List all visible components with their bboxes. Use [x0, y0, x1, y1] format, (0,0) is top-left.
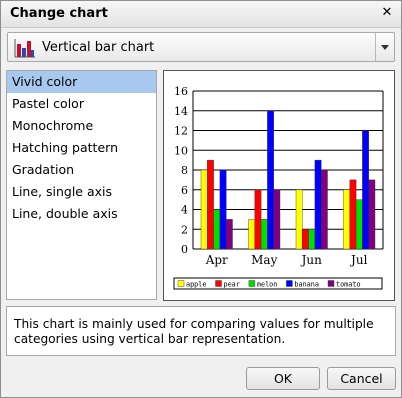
style-item-monochrome[interactable]: Monochrome: [7, 115, 156, 137]
chart-type-label: Vertical bar chart: [42, 40, 155, 55]
bar-tomato-may: [273, 189, 281, 250]
close-icon[interactable]: ✕: [379, 5, 395, 21]
style-item-gradation[interactable]: Gradation: [7, 159, 156, 181]
bar-melon-apr: [213, 209, 221, 250]
ok-button[interactable]: OK: [246, 367, 320, 390]
legend-swatch-tomato: [327, 280, 335, 287]
dialog-title: Change chart: [10, 6, 108, 21]
dropdown-toggle[interactable]: [375, 33, 394, 61]
y-tick-label: 2: [181, 223, 188, 236]
bar-tomato-jul: [368, 179, 376, 250]
x-tick-label: Jul: [349, 253, 368, 267]
y-tick-label: 0: [181, 243, 188, 256]
x-tick-label: May: [251, 253, 277, 267]
legend-swatch-pear: [215, 280, 222, 287]
chart-description: This chart is mainly used for comparing …: [6, 306, 396, 356]
y-tick-label: 14: [174, 105, 188, 118]
title-bar[interactable]: Change chart ✕: [1, 1, 401, 28]
bar-pear-jun: [302, 229, 309, 250]
bar-apple-jul: [343, 189, 351, 250]
legend-swatch-apple: [177, 280, 185, 287]
chart-type-dropdown[interactable]: Vertical bar chart: [7, 32, 395, 62]
bar-banana-jun: [314, 159, 322, 250]
bar-banana-apr: [219, 169, 227, 250]
bar-pear-may: [254, 189, 262, 250]
bar-apple-apr: [200, 169, 208, 250]
y-tick-label: 10: [174, 144, 188, 157]
change-chart-dialog: Change chart ✕ Vertical bar chart Vivid …: [0, 0, 402, 398]
y-tick-label: 6: [181, 184, 188, 197]
bar-pear-apr: [207, 159, 214, 250]
bar-banana-may: [267, 110, 274, 250]
bar-melon-jul: [355, 199, 363, 250]
style-item-line-double-axis[interactable]: Line, double axis: [7, 203, 156, 225]
x-tick-label: Apr: [205, 253, 228, 267]
legend-label-melon: melon: [257, 281, 277, 289]
bar-tomato-jun: [320, 169, 328, 250]
chevron-down-icon: [381, 45, 389, 50]
chart-preview: 0 2 4 6 8 10 12 14 16 Apr May Jun Jul apple pear melon b…: [163, 70, 395, 301]
legend-swatch-banana: [286, 280, 293, 287]
y-tick-label: 8: [181, 164, 188, 177]
style-item-vivid-color[interactable]: Vivid color: [7, 71, 156, 93]
chart-style-list[interactable]: Vivid color Pastel color Monochrome Hatc…: [6, 70, 157, 300]
bar-melon-jun: [308, 229, 316, 250]
bar-tomato-apr: [226, 219, 233, 250]
legend-label-tomato: tomato: [336, 281, 361, 289]
legend-label-apple: apple: [186, 281, 206, 289]
legend-swatch-melon: [248, 280, 256, 287]
style-item-pastel-color[interactable]: Pastel color: [7, 93, 156, 115]
y-tick-label: 16: [174, 85, 188, 98]
cancel-button[interactable]: Cancel: [327, 367, 396, 390]
bar-apple-jun: [295, 189, 303, 250]
bar-apple-may: [248, 219, 256, 250]
bar-banana-jul: [362, 130, 369, 250]
legend-label-banana: banana: [294, 281, 319, 289]
bar-chart: 0 2 4 6 8 10 12 14 16 Apr May Jun Jul apple pear melon b…: [173, 85, 384, 290]
y-tick-label: 4: [181, 204, 188, 217]
y-tick-label: 12: [174, 125, 188, 138]
style-item-line-single-axis[interactable]: Line, single axis: [7, 181, 156, 203]
x-tick-label: Jun: [300, 253, 323, 267]
style-item-hatching-pattern[interactable]: Hatching pattern: [7, 137, 156, 159]
bar-pear-jul: [349, 179, 357, 250]
bar-melon-may: [260, 219, 268, 250]
legend-label-pear: pear: [224, 281, 240, 289]
vertical-bar-chart-icon: [14, 39, 35, 58]
